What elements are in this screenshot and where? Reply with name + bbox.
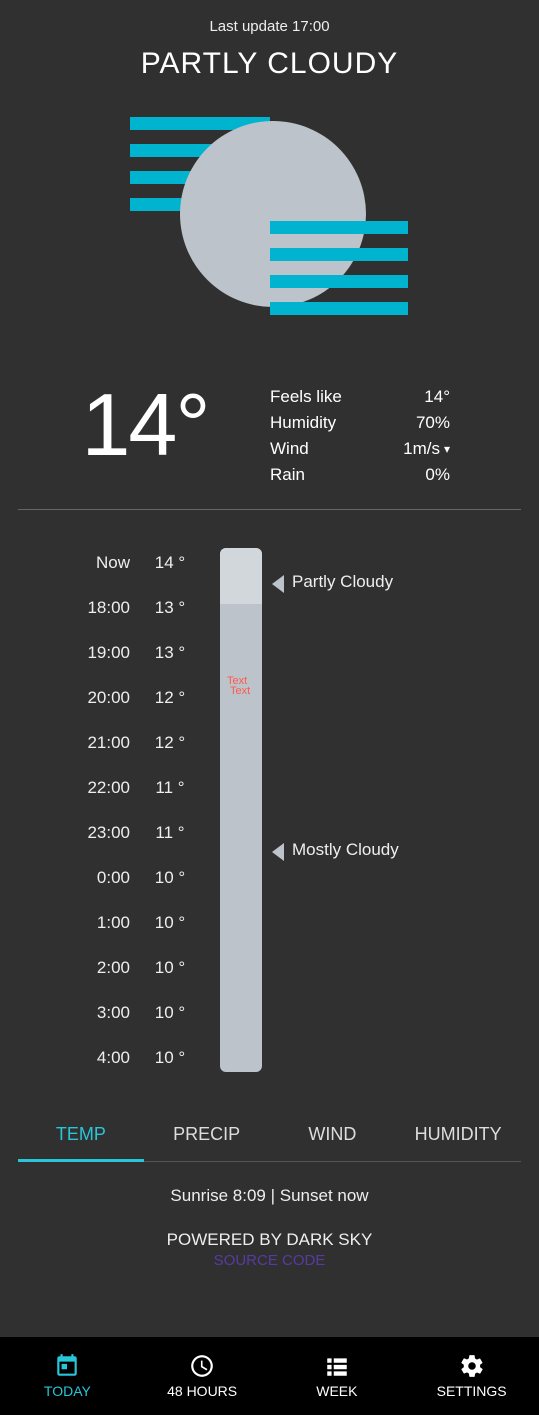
hour-time: 3:00: [10, 990, 130, 1035]
hour-time: 0:00: [10, 855, 130, 900]
forecast-segment-label: Partly Cloudy: [284, 572, 393, 592]
nav-label: TODAY: [44, 1383, 91, 1399]
hour-value: 11 °: [130, 765, 210, 810]
calendar-today-icon: [54, 1353, 80, 1379]
hour-value: 10 °: [130, 1035, 210, 1080]
last-update-label: Last update 17:00: [20, 0, 519, 35]
hour-time: 4:00: [10, 1035, 130, 1080]
metric-tabs: TEMP PRECIP WIND HUMIDITY: [18, 1110, 521, 1162]
feels-like-value: 14°: [424, 387, 450, 407]
hour-value: 10 °: [130, 990, 210, 1035]
nav-settings[interactable]: SETTINGS: [404, 1337, 539, 1415]
bottom-nav: TODAY 48 HOURS WEEK SETTINGS: [0, 1337, 539, 1415]
cloud-lines-icon: [270, 221, 408, 329]
hourly-forecast: Now18:0019:0020:0021:0022:0023:000:001:0…: [0, 510, 539, 1100]
nav-label: 48 HOURS: [167, 1383, 237, 1399]
current-weather-icon: [20, 111, 519, 351]
hour-time: 21:00: [10, 720, 130, 765]
hour-value: 10 °: [130, 900, 210, 945]
tab-precip[interactable]: PRECIP: [144, 1110, 270, 1161]
humidity-label: Humidity: [270, 413, 336, 433]
pointer-icon: [272, 843, 284, 861]
temperature-bar: Text Text: [210, 548, 266, 1072]
hour-value: 12 °: [130, 720, 210, 765]
source-code-link[interactable]: SOURCE CODE: [0, 1252, 539, 1269]
gear-icon: [459, 1353, 485, 1379]
tab-temp[interactable]: TEMP: [18, 1110, 144, 1162]
hour-value: 13 °: [130, 630, 210, 675]
hour-time: 20:00: [10, 675, 130, 720]
wind-label: Wind: [270, 439, 309, 459]
rain-value: 0%: [425, 465, 450, 485]
wind-direction-icon: ▾: [444, 442, 450, 456]
hour-time: 1:00: [10, 900, 130, 945]
rain-label: Rain: [270, 465, 305, 485]
nav-week[interactable]: WEEK: [270, 1337, 405, 1415]
feels-like-label: Feels like: [270, 387, 342, 407]
hour-time: 22:00: [10, 765, 130, 810]
hour-value: 10 °: [130, 855, 210, 900]
tab-humidity[interactable]: HUMIDITY: [395, 1110, 521, 1161]
hour-time: 19:00: [10, 630, 130, 675]
wind-value: 1m/s: [403, 439, 440, 459]
clock-icon: [189, 1353, 215, 1379]
bar-placeholder-text: Text Text: [224, 676, 250, 696]
nav-label: SETTINGS: [437, 1383, 507, 1399]
hour-time: Now: [10, 540, 130, 585]
hour-time: 2:00: [10, 945, 130, 990]
condition-title: PARTLY CLOUDY: [20, 47, 519, 81]
current-details: Feels like 14° Humidity 70% Wind 1m/s ▾ …: [270, 381, 519, 491]
humidity-value: 70%: [416, 413, 450, 433]
pointer-icon: [272, 575, 284, 593]
hour-time: 23:00: [10, 810, 130, 855]
sun-times-label: Sunrise 8:09 | Sunset now: [0, 1186, 539, 1206]
hour-value: 13 °: [130, 585, 210, 630]
hour-value: 10 °: [130, 945, 210, 990]
forecast-segment-label: Mostly Cloudy: [284, 840, 399, 860]
hour-value: 14 °: [130, 540, 210, 585]
hour-value: 11 °: [130, 810, 210, 855]
list-icon: [324, 1353, 350, 1379]
nav-today[interactable]: TODAY: [0, 1337, 135, 1415]
powered-by-label[interactable]: POWERED BY DARK SKY: [0, 1230, 539, 1250]
current-temperature: 14°: [20, 381, 270, 469]
nav-label: WEEK: [316, 1383, 357, 1399]
hour-value: 12 °: [130, 675, 210, 720]
nav-48hours[interactable]: 48 HOURS: [135, 1337, 270, 1415]
hour-time: 18:00: [10, 585, 130, 630]
tab-wind[interactable]: WIND: [270, 1110, 396, 1161]
